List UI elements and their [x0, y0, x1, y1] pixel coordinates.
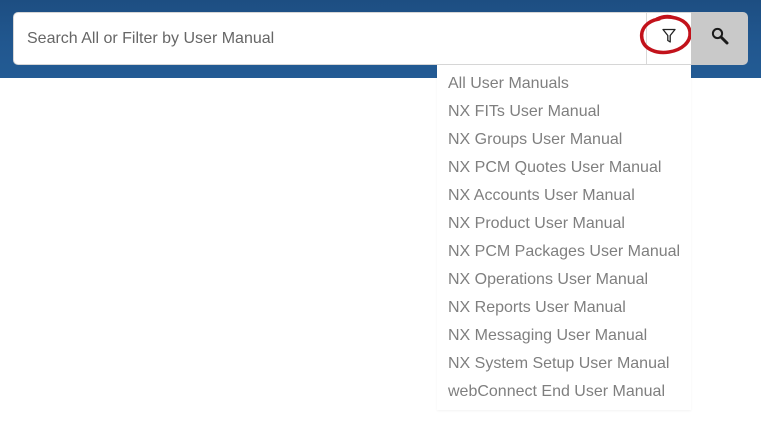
filter-button[interactable] — [646, 13, 691, 64]
search-input[interactable] — [13, 12, 691, 65]
magnifier-search-icon — [711, 27, 729, 50]
search-bar — [13, 12, 748, 65]
menu-item-nx-messaging[interactable]: NX Messaging User Manual — [437, 322, 691, 350]
menu-item-nx-groups[interactable]: NX Groups User Manual — [437, 126, 691, 154]
menu-item-nx-accounts[interactable]: NX Accounts User Manual — [437, 182, 691, 210]
menu-item-nx-system-setup[interactable]: NX System Setup User Manual — [437, 350, 691, 378]
menu-item-nx-reports[interactable]: NX Reports User Manual — [437, 294, 691, 322]
search-button[interactable] — [691, 12, 748, 65]
menu-item-webconnect-end-user[interactable]: webConnect End User Manual — [437, 378, 691, 406]
filter-funnel-icon — [662, 28, 676, 49]
filter-dropdown-menu: All User Manuals NX FITs User Manual NX … — [437, 65, 691, 410]
menu-item-nx-pcm-quotes[interactable]: NX PCM Quotes User Manual — [437, 154, 691, 182]
menu-item-nx-product[interactable]: NX Product User Manual — [437, 210, 691, 238]
menu-item-all-user-manuals[interactable]: All User Manuals — [437, 70, 691, 98]
menu-item-nx-operations[interactable]: NX Operations User Manual — [437, 266, 691, 294]
menu-item-nx-fits[interactable]: NX FITs User Manual — [437, 98, 691, 126]
menu-item-nx-pcm-packages[interactable]: NX PCM Packages User Manual — [437, 238, 691, 266]
